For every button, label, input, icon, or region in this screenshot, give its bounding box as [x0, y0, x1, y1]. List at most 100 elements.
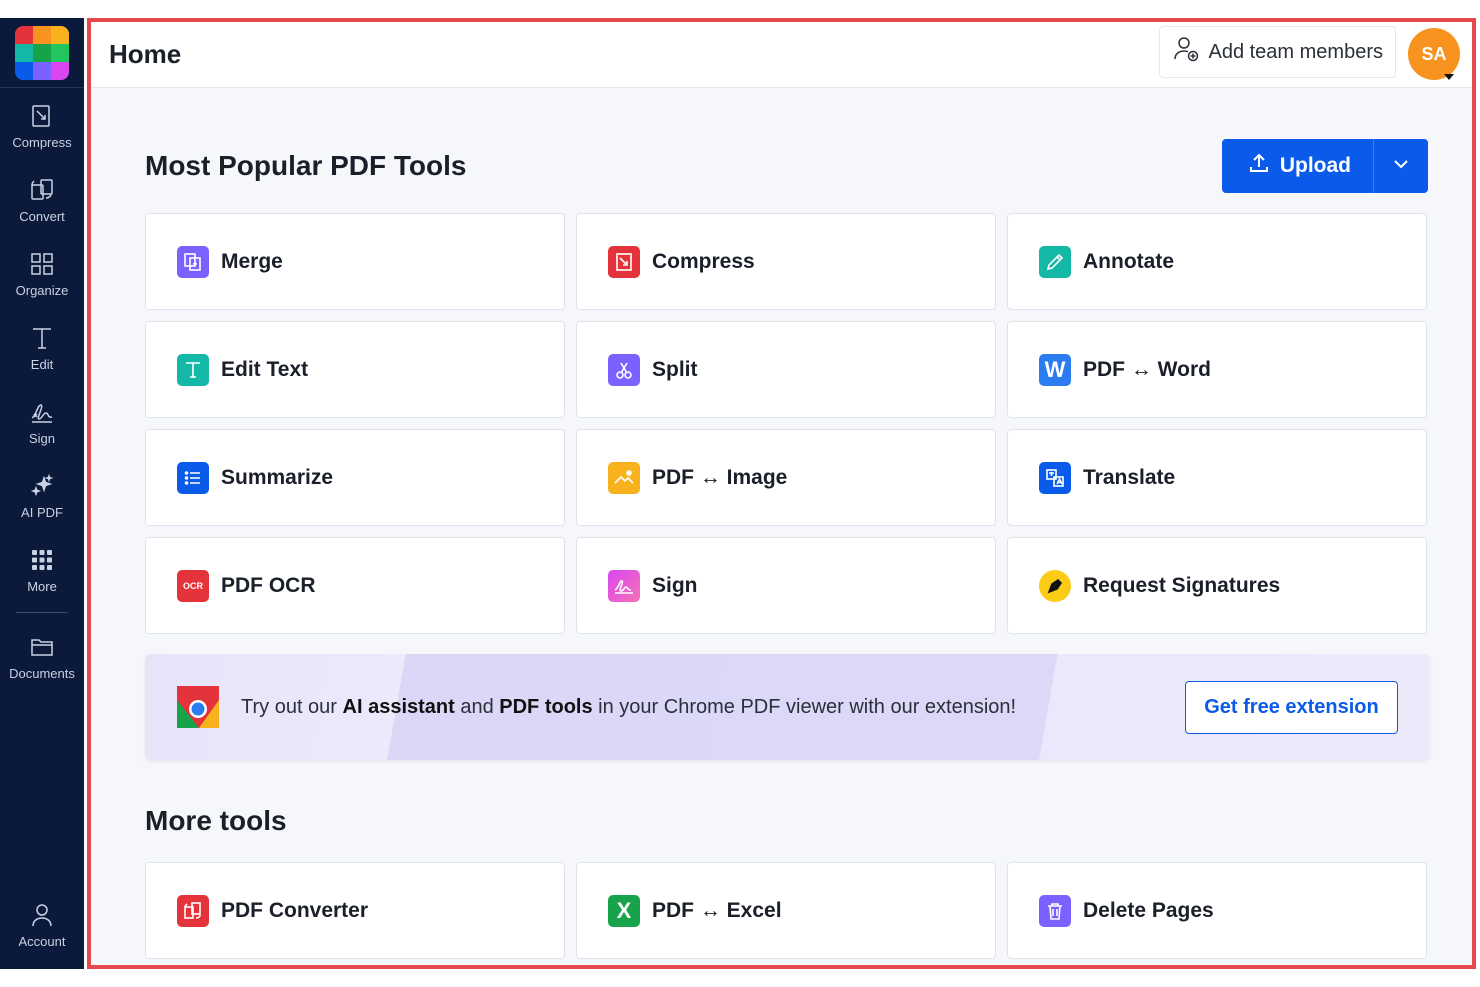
upload-dropdown-button[interactable]: [1374, 139, 1428, 193]
sparkle-icon: [27, 471, 57, 501]
signature-icon: [608, 569, 640, 602]
tool-label: Split: [652, 357, 698, 381]
converter-icon: [177, 894, 209, 927]
word-icon: W: [1039, 353, 1071, 386]
pencil-icon: [1039, 245, 1071, 278]
page-title: Home: [109, 39, 182, 69]
avatar[interactable]: SA: [1408, 28, 1460, 80]
edit-text-icon: [27, 323, 57, 353]
sidebar-item-label: Documents: [9, 665, 75, 681]
sidebar-item-label: Account: [18, 933, 66, 949]
sidebar-divider: [16, 612, 68, 613]
banner-text-part: in your Chrome PDF viewer with our exten…: [592, 695, 1017, 718]
sidebar-item-account[interactable]: Account: [0, 887, 84, 961]
tool-label: Sign: [652, 573, 698, 597]
section-title-more-tools: More tools: [145, 805, 287, 836]
tool-card-pdf-excel[interactable]: X PDF ↔ Excel: [576, 862, 996, 959]
sidebar-item-label: More: [27, 578, 57, 594]
sidebar-item-compress[interactable]: Compress: [0, 88, 84, 162]
upload-button[interactable]: Upload: [1222, 139, 1374, 193]
tool-label: Merge: [221, 249, 283, 273]
organize-icon: [27, 249, 57, 279]
banner-text-part: and: [454, 695, 500, 718]
tool-label: Annotate: [1083, 249, 1174, 273]
grid-dots-icon: [27, 545, 57, 575]
tool-card-edit-text[interactable]: Edit Text: [145, 321, 565, 418]
chrome-extension-banner: Try out our AI assistant and PDF tools i…: [145, 654, 1430, 760]
sidebar-item-label: Convert: [19, 208, 65, 224]
add-team-members-button[interactable]: Add team members: [1159, 26, 1396, 78]
main-panel: Home Add team members SA Most Popular PD…: [87, 18, 1476, 969]
tool-card-sign[interactable]: Sign: [576, 537, 996, 634]
tool-label: Delete Pages: [1083, 898, 1214, 922]
top-bar: Home Add team members SA: [91, 22, 1472, 88]
tool-label: Summarize: [221, 465, 334, 489]
tool-card-pdf-converter[interactable]: PDF Converter: [145, 862, 565, 959]
sidebar-item-sign[interactable]: Sign: [0, 384, 84, 458]
tool-card-delete-pages[interactable]: Delete Pages: [1007, 862, 1427, 959]
tool-card-annotate[interactable]: Annotate: [1007, 213, 1427, 310]
sidebar-item-more[interactable]: More: [0, 532, 84, 606]
sidebar-item-organize[interactable]: Organize: [0, 236, 84, 310]
convert-icon: [27, 175, 57, 205]
app-logo[interactable]: [15, 25, 69, 80]
popular-tools-header: Most Popular PDF Tools Upload: [145, 139, 1428, 193]
tool-label: PDF ↔ Word: [1083, 357, 1211, 381]
banner-text: Try out our AI assistant and PDF tools i…: [241, 696, 1016, 719]
tool-label: PDF Converter: [221, 898, 369, 922]
trash-icon: [1039, 894, 1071, 927]
sidebar-item-label: AI PDF: [21, 504, 63, 520]
add-team-members-label: Add team members: [1208, 40, 1383, 63]
upload-button-group: Upload: [1221, 139, 1428, 193]
banner-text-bold: AI assistant: [342, 695, 455, 718]
image-icon: [608, 461, 640, 494]
tool-card-summarize[interactable]: Summarize: [145, 429, 565, 526]
translate-icon: [1039, 461, 1071, 494]
tool-card-split[interactable]: Split: [576, 321, 996, 418]
sidebar-item-convert[interactable]: Convert: [0, 162, 84, 236]
caret-down-icon: [1444, 74, 1454, 80]
get-free-extension-button[interactable]: Get free extension: [1185, 681, 1398, 734]
upload-label: Upload: [1279, 154, 1351, 177]
sidebar-item-label: Sign: [28, 430, 56, 446]
more-tools-grid: PDF Converter X PDF ↔ Excel Delete Pages: [145, 862, 1428, 959]
tool-card-merge[interactable]: Merge: [145, 213, 565, 310]
ocr-icon: OCR: [177, 569, 209, 602]
sidebar-item-edit[interactable]: Edit: [0, 310, 84, 384]
sidebar-item-ai-pdf[interactable]: AI PDF: [0, 458, 84, 532]
tool-label: Compress: [652, 249, 755, 273]
sidebar-item-label: Organize: [15, 282, 69, 298]
tool-card-translate[interactable]: Translate: [1007, 429, 1427, 526]
sidebar-item-documents[interactable]: Documents: [0, 619, 84, 693]
text-icon: [177, 353, 209, 386]
sidebar-item-label: Compress: [12, 134, 72, 150]
tool-card-pdf-word[interactable]: W PDF ↔ Word: [1007, 321, 1427, 418]
tool-card-pdf-ocr[interactable]: OCR PDF OCR: [145, 537, 565, 634]
sidebar: Compress Convert Organize Edit Sign AI P…: [0, 18, 84, 969]
avatar-initials: SA: [1421, 43, 1447, 64]
compress-icon: [608, 245, 640, 278]
scissors-icon: [608, 353, 640, 386]
folder-icon: [27, 632, 57, 662]
tool-label: Edit Text: [221, 357, 309, 381]
chevron-down-icon: [1392, 155, 1410, 178]
chrome-icon: [177, 686, 219, 728]
merge-icon: [177, 245, 209, 278]
logo-area: [0, 18, 84, 88]
list-icon: [177, 461, 209, 494]
content-area: Most Popular PDF Tools Upload Merge Comp…: [91, 139, 1472, 959]
banner-text-bold: PDF tools: [499, 695, 593, 718]
tool-label: Translate: [1083, 465, 1176, 489]
tool-card-request-signatures[interactable]: Request Signatures: [1007, 537, 1427, 634]
tool-label: PDF ↔ Excel: [652, 898, 782, 922]
user-icon: [27, 900, 57, 930]
pen-nib-icon: [1039, 569, 1071, 602]
banner-text-part: Try out our: [241, 695, 343, 718]
popular-tools-grid: Merge Compress Annotate Edit Text Split …: [145, 213, 1428, 634]
add-user-icon: [1172, 35, 1200, 69]
tool-label: PDF OCR: [221, 573, 316, 597]
excel-icon: X: [608, 894, 640, 927]
tool-card-pdf-image[interactable]: PDF ↔ Image: [576, 429, 996, 526]
tool-card-compress[interactable]: Compress: [576, 213, 996, 310]
tool-label: Request Signatures: [1083, 573, 1281, 597]
